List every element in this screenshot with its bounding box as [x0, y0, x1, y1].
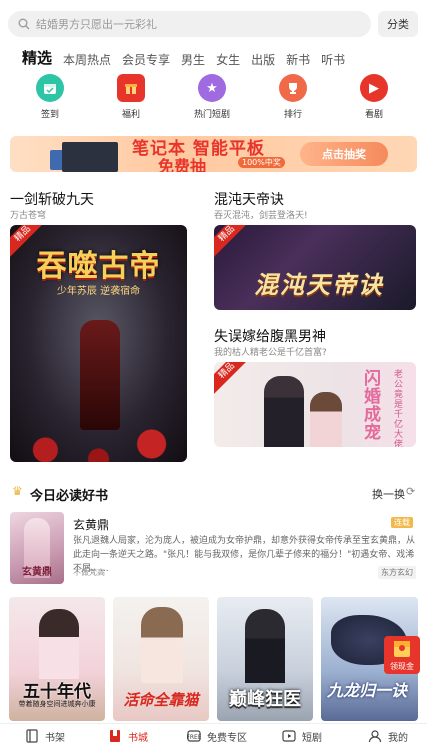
book-cover-medium[interactable]: 精品 混沌天帝诀: [214, 225, 416, 310]
tab-audio[interactable]: 听书: [321, 51, 345, 68]
nav-label: 我的: [388, 732, 408, 744]
tab-vip[interactable]: 会员专享: [122, 51, 170, 68]
banner-subline: 免费抽: [158, 157, 207, 172]
star-icon: ★: [198, 74, 226, 102]
category-button[interactable]: 分类: [378, 11, 418, 37]
gift-label: 领现金: [390, 662, 414, 671]
draw-button[interactable]: 点击抽奖: [300, 142, 388, 166]
tab-bar: 精选 本周热点 会员专享 男生 女生 出版 新书 听书: [22, 46, 356, 68]
quick-actions: 签到 福利 ★ 热门短剧 排行 ▶ 看剧: [0, 74, 427, 122]
status-badge: 连载: [391, 517, 413, 528]
quick-label: 排行: [283, 110, 302, 120]
book-genre: 东方玄幻: [378, 566, 416, 579]
quick-checkin[interactable]: 签到: [20, 74, 80, 120]
quick-label: 看剧: [364, 110, 383, 120]
cover-subtitle: 少年苏辰 逆袭宿命: [56, 286, 141, 297]
book-subtitle: 吞灭混沌，剑芸登洛天!: [214, 211, 308, 221]
cash-gift-button[interactable]: 领现金: [384, 636, 420, 674]
cover-title: 吞噬古帝: [36, 249, 161, 284]
refresh-icon[interactable]: ⟳: [406, 485, 415, 498]
book-title[interactable]: 混沌天帝诀: [214, 189, 284, 209]
quick-label: 福利: [121, 110, 140, 120]
cover-figure: [264, 376, 304, 447]
book-cover[interactable]: 巅峰狂医: [217, 597, 313, 721]
cover-figure: [39, 609, 79, 679]
book-author: 不做梵高: [73, 568, 105, 577]
tab-publish[interactable]: 出版: [251, 51, 275, 68]
book-icon: [24, 728, 40, 744]
nav-label: 免费专区: [207, 732, 247, 744]
book-title[interactable]: 失误嫁给腹黑男神: [214, 326, 326, 346]
user-icon: [367, 728, 383, 744]
cover-title: 闪婚成宠: [364, 369, 381, 443]
free-icon: FREE: [186, 728, 202, 744]
laptop-image: [62, 142, 118, 172]
refresh-button[interactable]: 换一换: [372, 486, 405, 502]
bookmark-icon: [107, 728, 123, 744]
tab-new[interactable]: 新书: [286, 51, 310, 68]
cover-roses: [10, 402, 187, 462]
cover-title: 活命全靠猫: [123, 691, 199, 709]
quick-ranking[interactable]: 排行: [263, 74, 323, 120]
book-title[interactable]: 一剑斩破九天: [10, 189, 94, 209]
premium-badge: 精品: [214, 362, 252, 396]
nav-bookstore[interactable]: 书城: [107, 728, 148, 744]
nav-label: 书架: [45, 732, 65, 744]
book-cover-large[interactable]: 精品 吞噬古帝 少年苏辰 逆袭宿命: [10, 225, 187, 462]
quick-label: 热门短剧: [193, 110, 230, 120]
gift-icon: [117, 74, 145, 102]
book-cover[interactable]: 活命全靠猫: [113, 597, 209, 721]
banner-tag: 100%中奖: [238, 157, 285, 168]
cover-figure: [141, 607, 183, 683]
search-icon: [18, 18, 30, 30]
tab-female[interactable]: 女生: [216, 51, 240, 68]
cover-title: 玄黄鼎: [22, 567, 52, 578]
video-icon: [281, 728, 297, 744]
play-icon: ▶: [360, 74, 388, 102]
nav-free-zone[interactable]: FREE 免费专区: [186, 728, 247, 744]
nav-bookshelf[interactable]: 书架: [24, 728, 65, 744]
cover-figure: [245, 609, 285, 683]
book-subtitle: 万古苍穹: [10, 211, 47, 221]
bottom-nav: 书架 书城 FREE 免费专区 短剧 我的: [0, 723, 427, 750]
calendar-icon: [36, 74, 64, 102]
tab-weekly-hot[interactable]: 本周热点: [63, 51, 111, 68]
crown-icon: ♛: [12, 484, 23, 498]
tab-featured[interactable]: 精选: [22, 47, 52, 68]
book-description: 张凡退魏人局家，沦为庞人，被迫成为女帝护鼎，却意外获得女帝传承至宝玄黄鼎，从此走…: [73, 536, 416, 574]
nav-profile[interactable]: 我的: [367, 728, 408, 744]
cover-figure: [310, 392, 342, 447]
cover-title: 混沌天帝诀: [254, 271, 384, 299]
cover-subtitle: 老公竟是千亿大佬: [394, 370, 404, 447]
nav-short-drama[interactable]: 短剧: [281, 728, 322, 744]
quick-label: 签到: [40, 110, 59, 120]
search-bar[interactable]: 结婚男方只愿出一元彩礼: [8, 11, 371, 37]
trophy-icon: [279, 74, 307, 102]
cover-title: 九龙归一诀: [327, 681, 408, 700]
section-title: 今日必读好书: [30, 489, 109, 504]
book-cover-small[interactable]: 玄黄鼎: [10, 512, 64, 584]
quick-watch[interactable]: ▶ 看剧: [344, 74, 404, 120]
red-packet-icon: [394, 641, 410, 657]
cover-subtitle: 带着随身空间进城奔小康: [18, 700, 96, 708]
nav-label: 短剧: [302, 732, 322, 744]
cover-title: 巅峰狂医: [229, 689, 301, 710]
svg-text:FREE: FREE: [187, 734, 201, 741]
lottery-banner[interactable]: 笔记本 智能平板 免费抽 100%中奖 点击抽奖: [10, 136, 417, 172]
book-cover[interactable]: 五十年代 带着随身空间进城奔小康: [9, 597, 105, 721]
book-title[interactable]: 玄黄鼎: [73, 516, 109, 533]
search-placeholder: 结婚男方只愿出一元彩礼: [36, 18, 157, 31]
premium-badge: 精品: [214, 225, 252, 259]
tab-male[interactable]: 男生: [181, 51, 205, 68]
quick-hot-drama[interactable]: ★ 热门短剧: [182, 74, 242, 120]
book-subtitle: 我的枯人精老公是千亿首富?: [214, 348, 327, 358]
nav-label: 书城: [128, 732, 148, 744]
quick-welfare[interactable]: 福利: [101, 74, 161, 120]
book-cover-medium[interactable]: 精品 闪婚成宠 老公竟是千亿大佬: [214, 362, 416, 447]
